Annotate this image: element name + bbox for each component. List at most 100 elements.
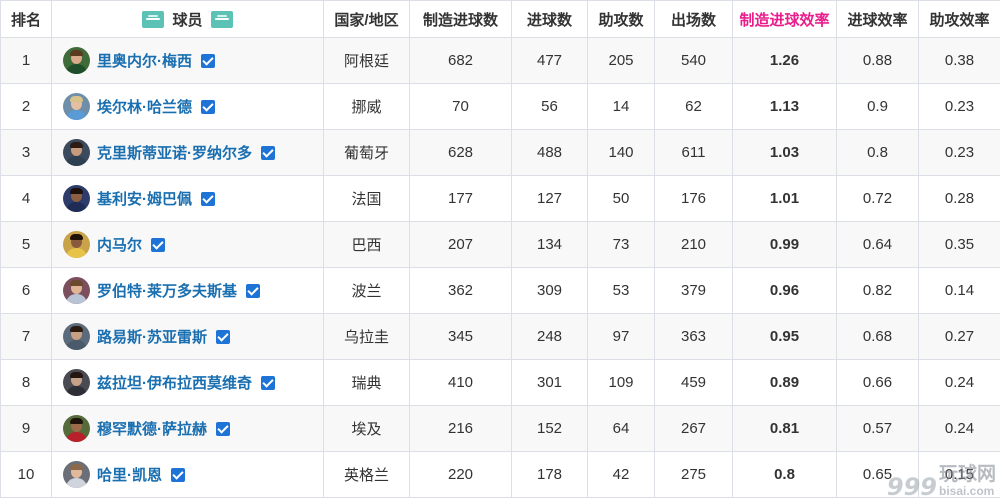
player-name-link[interactable]: 埃尔林·哈兰德: [97, 96, 192, 117]
table-row[interactable]: 4基利安·姆巴佩法国177127501761.010.720.28: [1, 176, 1000, 222]
player-cell[interactable]: 内马尔: [52, 222, 324, 268]
table-body: 1里奥内尔·梅西阿根廷6824772055401.260.880.382埃尔林·…: [1, 38, 1000, 498]
header-player[interactable]: 球员: [52, 1, 324, 38]
header-goal-contributions[interactable]: 制造进球数: [410, 1, 512, 38]
header-appearances[interactable]: 出场数: [655, 1, 733, 38]
checkbox-checked-icon[interactable]: [201, 100, 215, 114]
country-cell[interactable]: 挪威: [324, 84, 410, 130]
goal-efficiency-cell: 0.64: [837, 222, 919, 268]
goal-contributions-cell: 220: [410, 452, 512, 498]
table-row[interactable]: 8兹拉坦·伊布拉西莫维奇瑞典4103011094590.890.660.24: [1, 360, 1000, 406]
assist-efficiency-cell: 0.28: [919, 176, 1000, 222]
player-name-link[interactable]: 兹拉坦·伊布拉西莫维奇: [97, 372, 252, 393]
country-cell[interactable]: 波兰: [324, 268, 410, 314]
player-name-link[interactable]: 罗伯特·莱万多夫斯基: [97, 280, 237, 301]
country-cell[interactable]: 巴西: [324, 222, 410, 268]
player-name-link[interactable]: 内马尔: [97, 234, 142, 255]
checkbox-checked-icon[interactable]: [216, 330, 230, 344]
player-avatar: [63, 369, 90, 396]
goals-cell: 309: [512, 268, 588, 314]
goals-cell: 477: [512, 38, 588, 84]
assists-cell: 64: [588, 406, 655, 452]
goal-contributions-cell: 177: [410, 176, 512, 222]
table-row[interactable]: 7路易斯·苏亚雷斯乌拉圭345248973630.950.680.27: [1, 314, 1000, 360]
country-cell[interactable]: 乌拉圭: [324, 314, 410, 360]
header-goal-efficiency[interactable]: 进球效率: [837, 1, 919, 38]
country-cell[interactable]: 阿根廷: [324, 38, 410, 84]
goal-efficiency-cell: 0.9: [837, 84, 919, 130]
rank-cell: 2: [1, 84, 52, 130]
goal-efficiency-cell: 0.65: [837, 452, 919, 498]
header-goals[interactable]: 进球数: [512, 1, 588, 38]
country-cell[interactable]: 英格兰: [324, 452, 410, 498]
goal-contributions-cell: 345: [410, 314, 512, 360]
player-name-link[interactable]: 穆罕默德·萨拉赫: [97, 418, 207, 439]
header-rank[interactable]: 排名: [1, 1, 52, 38]
player-cell[interactable]: 克里斯蒂亚诺·罗纳尔多: [52, 130, 324, 176]
goal-contributions-cell: 207: [410, 222, 512, 268]
table-row[interactable]: 1里奥内尔·梅西阿根廷6824772055401.260.880.38: [1, 38, 1000, 84]
rank-cell: 1: [1, 38, 52, 84]
contribution-efficiency-cell: 1.01: [733, 176, 837, 222]
contribution-efficiency-cell: 0.89: [733, 360, 837, 406]
club-logo-icon: [211, 11, 233, 28]
player-name-link[interactable]: 路易斯·苏亚雷斯: [97, 326, 207, 347]
table-row[interactable]: 6罗伯特·莱万多夫斯基波兰362309533790.960.820.14: [1, 268, 1000, 314]
assists-cell: 73: [588, 222, 655, 268]
checkbox-checked-icon[interactable]: [216, 422, 230, 436]
player-name-link[interactable]: 哈里·凯恩: [97, 464, 162, 485]
header-contribution-efficiency[interactable]: 制造进球效率: [733, 1, 837, 38]
header-country[interactable]: 国家/地区: [324, 1, 410, 38]
player-avatar: [63, 323, 90, 350]
player-cell[interactable]: 穆罕默德·萨拉赫: [52, 406, 324, 452]
player-cell[interactable]: 埃尔林·哈兰德: [52, 84, 324, 130]
table-row[interactable]: 5内马尔巴西207134732100.990.640.35: [1, 222, 1000, 268]
checkbox-checked-icon[interactable]: [171, 468, 185, 482]
player-cell[interactable]: 哈里·凯恩: [52, 452, 324, 498]
appearances-cell: 210: [655, 222, 733, 268]
player-avatar: [63, 47, 90, 74]
goal-contributions-cell: 216: [410, 406, 512, 452]
country-cell[interactable]: 葡萄牙: [324, 130, 410, 176]
rank-cell: 7: [1, 314, 52, 360]
rank-cell: 9: [1, 406, 52, 452]
player-cell[interactable]: 兹拉坦·伊布拉西莫维奇: [52, 360, 324, 406]
goal-efficiency-cell: 0.66: [837, 360, 919, 406]
player-name-link[interactable]: 基利安·姆巴佩: [97, 188, 192, 209]
player-cell[interactable]: 里奥内尔·梅西: [52, 38, 324, 84]
checkbox-checked-icon[interactable]: [246, 284, 260, 298]
goal-efficiency-cell: 0.88: [837, 38, 919, 84]
header-assist-efficiency[interactable]: 助攻效率: [919, 1, 1000, 38]
assist-efficiency-cell: 0.23: [919, 84, 1000, 130]
assists-cell: 14: [588, 84, 655, 130]
player-cell[interactable]: 路易斯·苏亚雷斯: [52, 314, 324, 360]
checkbox-checked-icon[interactable]: [201, 192, 215, 206]
player-cell[interactable]: 基利安·姆巴佩: [52, 176, 324, 222]
country-cell[interactable]: 瑞典: [324, 360, 410, 406]
goal-efficiency-cell: 0.57: [837, 406, 919, 452]
player-name-link[interactable]: 克里斯蒂亚诺·罗纳尔多: [97, 142, 252, 163]
table-row[interactable]: 3克里斯蒂亚诺·罗纳尔多葡萄牙6284881406111.030.80.23: [1, 130, 1000, 176]
checkbox-checked-icon[interactable]: [261, 146, 275, 160]
table-row[interactable]: 2埃尔林·哈兰德挪威705614621.130.90.23: [1, 84, 1000, 130]
appearances-cell: 459: [655, 360, 733, 406]
checkbox-checked-icon[interactable]: [201, 54, 215, 68]
player-avatar: [63, 231, 90, 258]
assists-cell: 50: [588, 176, 655, 222]
goals-cell: 127: [512, 176, 588, 222]
header-assists[interactable]: 助攻数: [588, 1, 655, 38]
assists-cell: 53: [588, 268, 655, 314]
player-cell[interactable]: 罗伯特·莱万多夫斯基: [52, 268, 324, 314]
table-row[interactable]: 9穆罕默德·萨拉赫埃及216152642670.810.570.24: [1, 406, 1000, 452]
checkbox-checked-icon[interactable]: [151, 238, 165, 252]
country-cell[interactable]: 埃及: [324, 406, 410, 452]
country-cell[interactable]: 法国: [324, 176, 410, 222]
goal-contributions-cell: 628: [410, 130, 512, 176]
player-name-link[interactable]: 里奥内尔·梅西: [97, 50, 192, 71]
checkbox-checked-icon[interactable]: [261, 376, 275, 390]
ranking-table: 排名 球员 国家/地区 制造进球数 进球数 助攻数 出场数 制造进球效率 进球效…: [0, 0, 1000, 498]
table-row[interactable]: 10哈里·凯恩英格兰220178422750.80.650.15: [1, 452, 1000, 498]
assists-cell: 42: [588, 452, 655, 498]
assist-efficiency-cell: 0.35: [919, 222, 1000, 268]
header-row: 排名 球员 国家/地区 制造进球数 进球数 助攻数 出场数 制造进球效率 进球效…: [1, 1, 1000, 38]
